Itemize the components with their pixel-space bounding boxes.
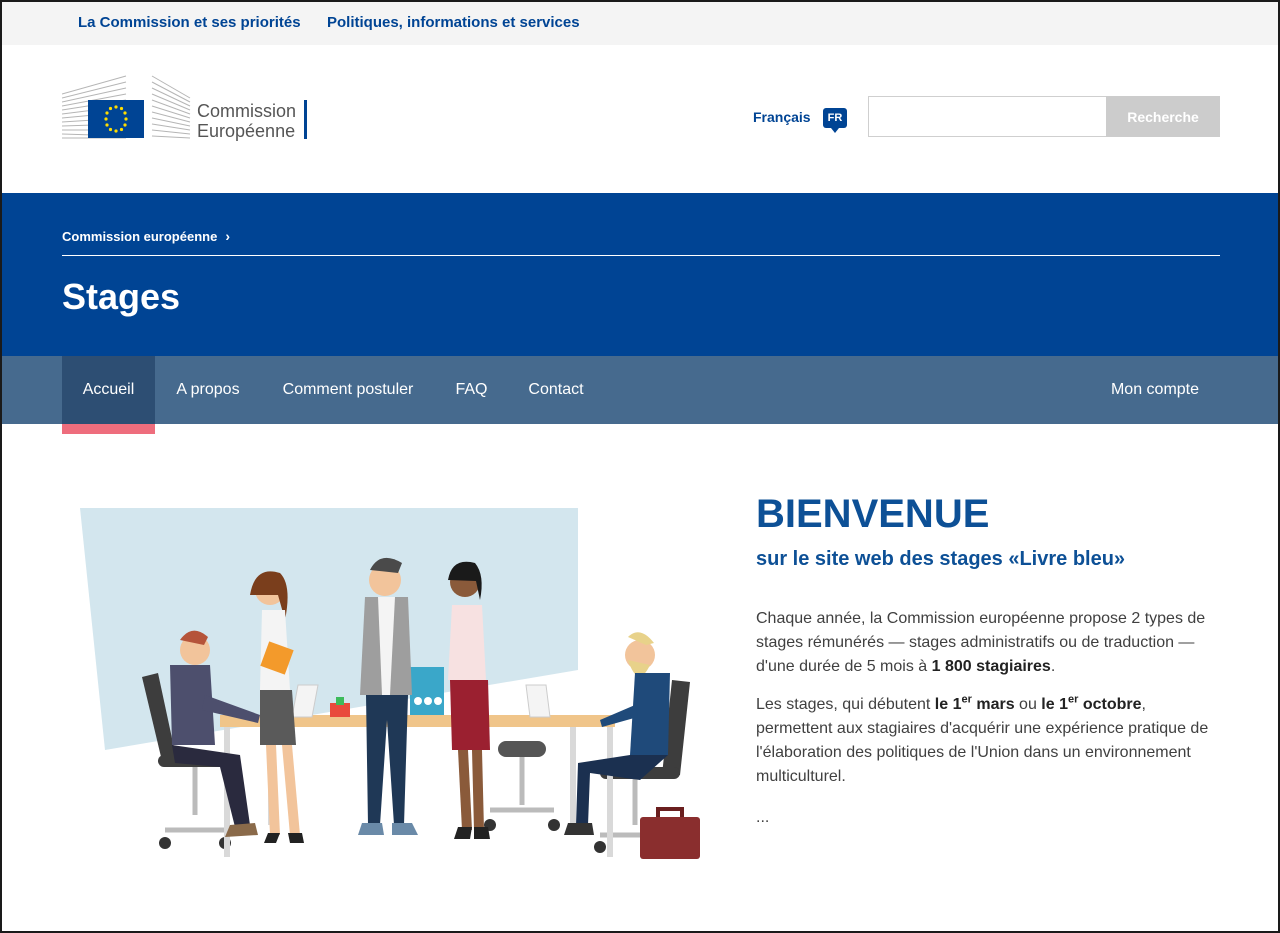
team-meeting-illustration — [80, 508, 700, 859]
intro-paragraph-1: Chaque année, la Commission européenne p… — [756, 610, 1206, 675]
start-date-october: le 1er octobre — [1041, 693, 1142, 713]
nav-item-accueil[interactable]: Accueil — [62, 356, 155, 424]
nav-item-contact[interactable]: Contact — [508, 356, 604, 424]
ec-logo-graphic — [62, 75, 191, 139]
page-title: Stages — [62, 276, 181, 317]
intro-paragraph-2: Les stages, qui débutent le 1er mars ou … — [756, 693, 1209, 785]
more-ellipsis: ... — [756, 809, 770, 826]
welcome-title: BIENVENUE — [756, 492, 990, 536]
search-button[interactable]: Recherche — [1106, 96, 1220, 137]
person-seated-right — [564, 632, 670, 835]
top-utility-bar: La Commission et ses priorités Politique… — [0, 0, 1280, 45]
logo-accent-bar — [304, 100, 307, 139]
nav-item-faq[interactable]: FAQ — [435, 356, 508, 424]
nav-item-a-propos[interactable]: A propos — [155, 356, 261, 424]
language-selector[interactable]: Français — [753, 109, 811, 125]
header-divider — [62, 255, 1220, 256]
start-date-march: le 1er mars — [934, 693, 1015, 713]
active-nav-indicator — [62, 424, 155, 434]
nav-item-comment-postuler[interactable]: Comment postuler — [261, 356, 435, 424]
stool — [484, 741, 560, 831]
intern-count: 1 800 stagiaires — [931, 658, 1051, 675]
briefcase-icon — [640, 807, 700, 859]
link-policies-information-services[interactable]: Politiques, informations et services — [327, 14, 580, 31]
link-commission-priorities[interactable]: La Commission et ses priorités — [78, 14, 301, 31]
search-input[interactable] — [868, 96, 1107, 137]
chevron-right-icon: › — [225, 228, 230, 244]
breadcrumb: Commission européenne › — [62, 228, 230, 244]
nav-item-mon-compte[interactable]: Mon compte — [1090, 356, 1220, 424]
welcome-subtitle: sur le site web des stages «Livre bleu» — [756, 548, 1126, 570]
commission-logo[interactable]: Commission Européenne — [62, 74, 312, 141]
logo-wordmark: Commission Européenne — [197, 101, 296, 141]
page-header: Commission européenne › Stages — [0, 193, 1280, 356]
main-navigation: Accueil A propos Comment postuler FAQ Co… — [0, 356, 1280, 424]
logo-line-2: Européenne — [197, 121, 296, 141]
breadcrumb-link[interactable]: Commission européenne — [62, 229, 217, 244]
language-code-icon[interactable]: FR — [823, 108, 847, 133]
logo-line-1: Commission — [197, 101, 297, 121]
